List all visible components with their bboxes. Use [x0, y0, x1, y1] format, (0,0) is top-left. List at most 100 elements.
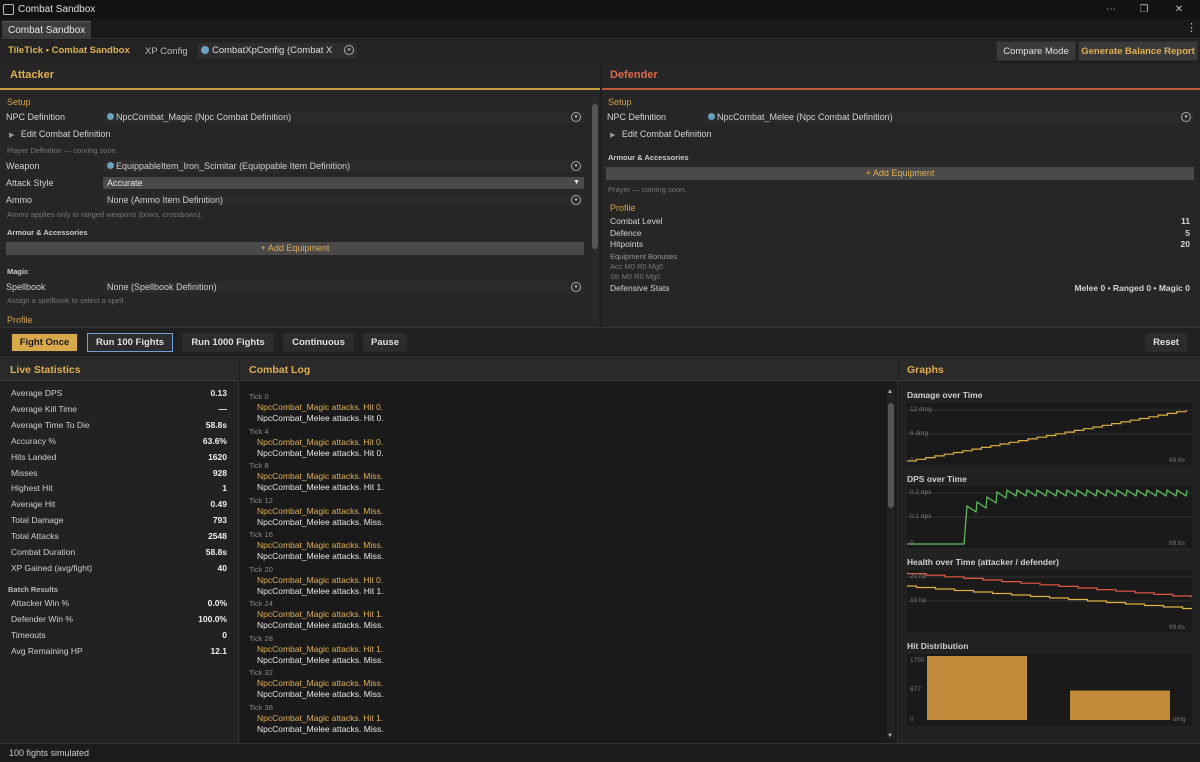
hit-distribution-title: Hit Distribution — [907, 641, 969, 651]
tab-bar: Combat Sandbox ⋮ — [0, 19, 1200, 39]
spellbook-field[interactable]: None (Spellbook Definition) — [103, 281, 584, 293]
stat-value: 0.13 — [210, 388, 227, 398]
run-100-fights-button[interactable]: Run 100 Fights — [87, 333, 173, 352]
health-x-end: 69.6s — [1169, 624, 1185, 631]
log-tick: Tick 24 — [249, 599, 273, 608]
stat-value: 40 — [217, 562, 227, 573]
log-scrollbar[interactable]: ▲ ▼ — [887, 389, 895, 739]
stat-value: 0.49 — [210, 499, 227, 510]
stat-value: 1 — [222, 483, 227, 494]
close-icon[interactable]: ✕ — [1168, 0, 1190, 19]
defender-add-equipment-button[interactable]: + Add Equipment — [606, 167, 1194, 180]
object-picker-icon[interactable]: ● — [571, 161, 581, 171]
foldout-arrow-icon: ▶ — [610, 132, 616, 139]
stat-value: 58.8s — [205, 419, 227, 430]
damage-y-mid: 6 dmg — [910, 430, 929, 437]
continuous-button[interactable]: Continuous — [283, 333, 354, 352]
asset-icon — [708, 113, 715, 120]
attacker-setup-heading: Setup — [7, 97, 31, 107]
damage-graph-title: Damage over Time — [907, 390, 983, 400]
attacker-npc-value: NpcCombat_Magic (Npc Combat Definition) — [116, 112, 292, 122]
dps-graph-title: DPS over Time — [907, 474, 967, 484]
object-picker-icon[interactable]: ● — [571, 195, 581, 205]
stat-label: Total Attacks — [11, 531, 59, 542]
log-tick: Tick 8 — [249, 461, 269, 470]
xp-config-field[interactable]: CombatXpConfig (Combat X ● — [198, 43, 357, 58]
hitpoints-label: Hitpoints — [610, 239, 644, 249]
batch-label: Attacker Win % — [11, 598, 70, 608]
title-bar: Combat Sandbox ⋯ ❐ ✕ — [0, 0, 1200, 19]
spellbook-value: None (Spellbook Definition) — [107, 282, 217, 292]
asset-icon — [107, 113, 114, 120]
hits-y-top: 1755 — [910, 657, 925, 664]
attacker-npc-field[interactable]: NpcCombat_Magic (Npc Combat Definition) — [103, 111, 584, 123]
batch-value: 0.0% — [207, 598, 227, 608]
defender-npc-field[interactable]: NpcCombat_Melee (Npc Combat Definition) — [704, 111, 1194, 123]
scroll-up-icon[interactable]: ▲ — [887, 389, 893, 395]
dps-y-top: 0.2 dps — [910, 489, 932, 496]
object-picker-icon[interactable]: ● — [1181, 112, 1191, 122]
stat-label: XP Gained (avg/fight) — [11, 562, 93, 573]
defender-armour-heading: Armour & Accessories — [608, 153, 689, 162]
object-picker-icon[interactable]: ● — [571, 282, 581, 292]
defender-edit-foldout[interactable]: ▶ Edit Combat Definition — [610, 129, 711, 139]
compare-mode-button[interactable]: Compare Mode — [996, 41, 1076, 61]
app-icon — [3, 4, 14, 15]
log-attacker-line: NpcCombat_Magic attacks. Hit 0. — [257, 574, 384, 585]
log-attacker-line: NpcCombat_Magic attacks. Hit 0. — [257, 436, 384, 447]
log-attacker-line: NpcCombat_Magic attacks. Hit 1. — [257, 643, 384, 654]
batch-value: 100.0% — [198, 614, 227, 624]
spellbook-label: Spellbook — [6, 282, 46, 292]
log-defender-line: NpcCombat_Melee attacks. Hit 1. — [257, 585, 384, 596]
log-defender-line: NpcCombat_Melee attacks. Hit 0. — [257, 413, 384, 423]
weapon-label: Weapon — [6, 161, 40, 171]
defender-npc-label: NPC Definition — [607, 112, 667, 122]
attacker-title: Attacker — [10, 69, 55, 81]
scroll-down-icon[interactable]: ▼ — [887, 733, 893, 739]
ammo-field[interactable]: None (Ammo Item Definition) — [103, 194, 584, 206]
attacker-profile-heading: Profile — [7, 315, 33, 325]
object-picker-icon[interactable]: ● — [571, 112, 581, 122]
kebab-menu-icon[interactable]: ⋮ — [1186, 21, 1197, 34]
tab-combat-sandbox[interactable]: Combat Sandbox — [2, 21, 92, 39]
fight-once-button[interactable]: Fight Once — [11, 333, 78, 352]
attacker-underline — [0, 88, 600, 90]
defensive-stats-value: Melee 0 • Ranged 0 • Magic 0 — [1074, 283, 1190, 293]
batch-value: 0 — [222, 630, 227, 640]
attacker-scrollbar[interactable] — [592, 96, 598, 324]
restore-icon[interactable]: ❐ — [1133, 0, 1155, 19]
pause-button[interactable]: Pause — [363, 333, 407, 352]
bonuses-label: Equipment Bonuses — [610, 252, 678, 261]
stat-label: Combat Duration — [11, 547, 76, 557]
batch-results-heading: Batch Results — [8, 585, 59, 594]
scrollbar-thumb[interactable] — [888, 403, 894, 508]
run-1000-fights-button[interactable]: Run 1000 Fights — [182, 333, 274, 352]
more-icon[interactable]: ⋯ — [1100, 0, 1122, 19]
bonuses-line2: Str M0 R0 Mg0 — [610, 272, 661, 281]
log-tick: Tick 4 — [249, 426, 269, 436]
log-attacker-line: NpcCombat_Magic attacks. Hit 1. — [257, 712, 384, 723]
attack-style-dropdown[interactable]: Accurate ▼ — [103, 177, 584, 189]
hit-bar-0 — [927, 656, 1027, 720]
attacker-edit-foldout[interactable]: ▶ Edit Combat Definition — [9, 129, 110, 139]
generate-report-button[interactable]: Generate Balance Report — [1078, 41, 1198, 61]
scrollbar-thumb[interactable] — [592, 104, 598, 249]
prayer-note: Prayer — coming soon. — [608, 185, 687, 194]
asset-icon — [107, 162, 114, 169]
reset-button[interactable]: Reset — [1145, 333, 1187, 352]
stat-value: 2548 — [208, 531, 227, 542]
defensive-stats-label: Defensive Stats — [610, 283, 670, 293]
attacker-add-equipment-button[interactable]: + Add Equipment — [6, 242, 584, 255]
stat-value: 1620 — [208, 451, 227, 462]
weapon-field[interactable]: EquippableItem_Iron_Scimitar (Equippable… — [103, 160, 584, 172]
batch-label: Avg Remaining HP — [11, 646, 83, 656]
health-graph — [907, 570, 1192, 632]
stat-value: — — [218, 403, 228, 414]
object-picker-icon[interactable]: ● — [344, 45, 354, 55]
log-attacker-line: NpcCombat_Magic attacks. Hit 1. — [257, 609, 384, 619]
toolbar: TileTick • Combat Sandbox XP Config Comb… — [0, 40, 1200, 62]
stat-label: Average Time To Die — [11, 419, 90, 430]
asset-icon — [201, 46, 209, 54]
log-defender-line: NpcCombat_Melee attacks. Miss. — [257, 723, 384, 734]
batch-label: Defender Win % — [11, 614, 73, 624]
